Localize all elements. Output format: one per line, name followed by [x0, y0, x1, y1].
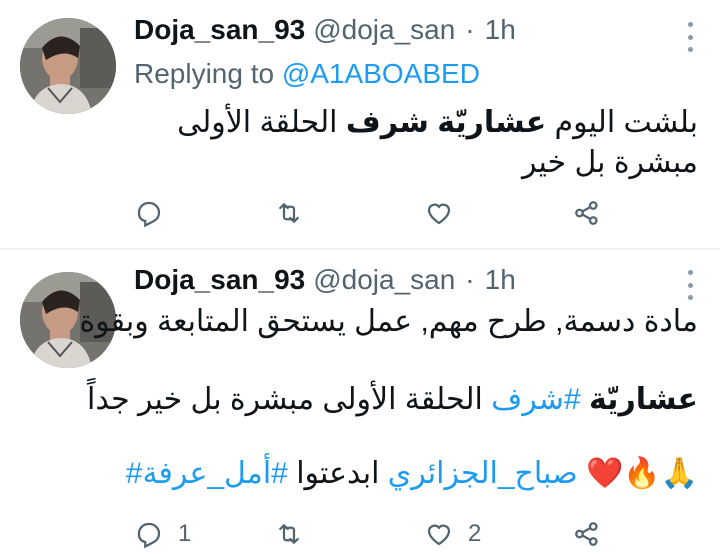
hashtag-link[interactable]: #أمل_عرفة# — [126, 457, 288, 490]
display-name[interactable]: Doja_san_93 — [134, 264, 305, 296]
user-handle[interactable]: @doja_san — [313, 264, 455, 296]
retweet-icon — [279, 203, 299, 223]
text-part: الحلقة الأولى مبشرة بل خير جداً — [87, 383, 492, 416]
tweet-text-line-1: مادة دسمة, طرح مهم, عمل يستحق المتابعة و… — [79, 305, 698, 338]
display-name[interactable]: Doja_san_93 — [134, 14, 305, 46]
replying-label: Replying to — [134, 58, 275, 89]
dot-separator: · — [465, 14, 475, 45]
reply-button[interactable]: 1 — [134, 514, 191, 554]
tweet-text-line-3: 🙏🔥❤️ صباح_الجزائري ابدعتوا #أمل_عرفة# — [126, 456, 698, 491]
text-bold: عشاريّة — [588, 383, 698, 416]
share-icon — [575, 201, 598, 225]
avatar[interactable] — [20, 18, 116, 114]
tweet-text: بلشت اليوم عشاريّة شرف الحلقة الأولى مبش… — [138, 103, 698, 183]
replying-to: Replying to @A1ABOABED — [134, 58, 480, 90]
tweet-1[interactable]: Doja_san_93 @doja_san · 1h Replying to @… — [0, 0, 720, 248]
hashtag-link[interactable]: صباح_الجزائري — [388, 457, 578, 490]
like-button[interactable] — [424, 193, 454, 233]
retweet-button[interactable] — [274, 514, 304, 554]
avatar-photo — [20, 18, 116, 114]
more-icon[interactable] — [688, 270, 696, 300]
text-bold: عشاريّة شرف — [345, 106, 547, 139]
reply-count: 1 — [178, 520, 192, 547]
reply-button[interactable] — [134, 193, 164, 233]
more-icon[interactable] — [688, 22, 696, 52]
dot-separator: · — [465, 264, 475, 295]
heart-icon — [427, 524, 451, 546]
emoji-group: 🙏🔥❤️ — [585, 457, 698, 490]
reply-icon — [137, 201, 161, 228]
tweet-header: Doja_san_93 @doja_san · 1h — [134, 14, 516, 50]
text-part: ابدعتوا — [296, 457, 388, 490]
share-button[interactable] — [572, 193, 602, 233]
heart-icon — [427, 203, 451, 225]
user-handle[interactable]: @doja_san — [313, 14, 455, 46]
hashtag-link[interactable]: #شرف — [491, 383, 580, 416]
tweet-text-line-2: عشاريّة #شرف الحلقة الأولى مبشرة بل خير … — [87, 382, 698, 417]
text-part: بلشت اليوم — [546, 106, 698, 139]
retweet-button[interactable] — [274, 193, 304, 233]
reply-icon — [137, 522, 161, 549]
like-count: 2 — [468, 520, 482, 547]
like-button[interactable]: 2 — [424, 514, 481, 554]
share-icon — [575, 522, 598, 546]
timestamp[interactable]: 1h — [485, 264, 516, 296]
tweet-2[interactable]: Doja_san_93 @doja_san · 1h مادة دسمة, طر… — [0, 250, 720, 549]
tweet-header: Doja_san_93 @doja_san · 1h — [134, 264, 516, 300]
share-button[interactable] — [572, 514, 602, 554]
mention-link[interactable]: @A1ABOABED — [282, 58, 480, 89]
retweet-icon — [279, 524, 299, 544]
timestamp[interactable]: 1h — [485, 14, 516, 46]
action-bar: 1 2 — [134, 514, 634, 554]
action-bar — [134, 193, 634, 233]
